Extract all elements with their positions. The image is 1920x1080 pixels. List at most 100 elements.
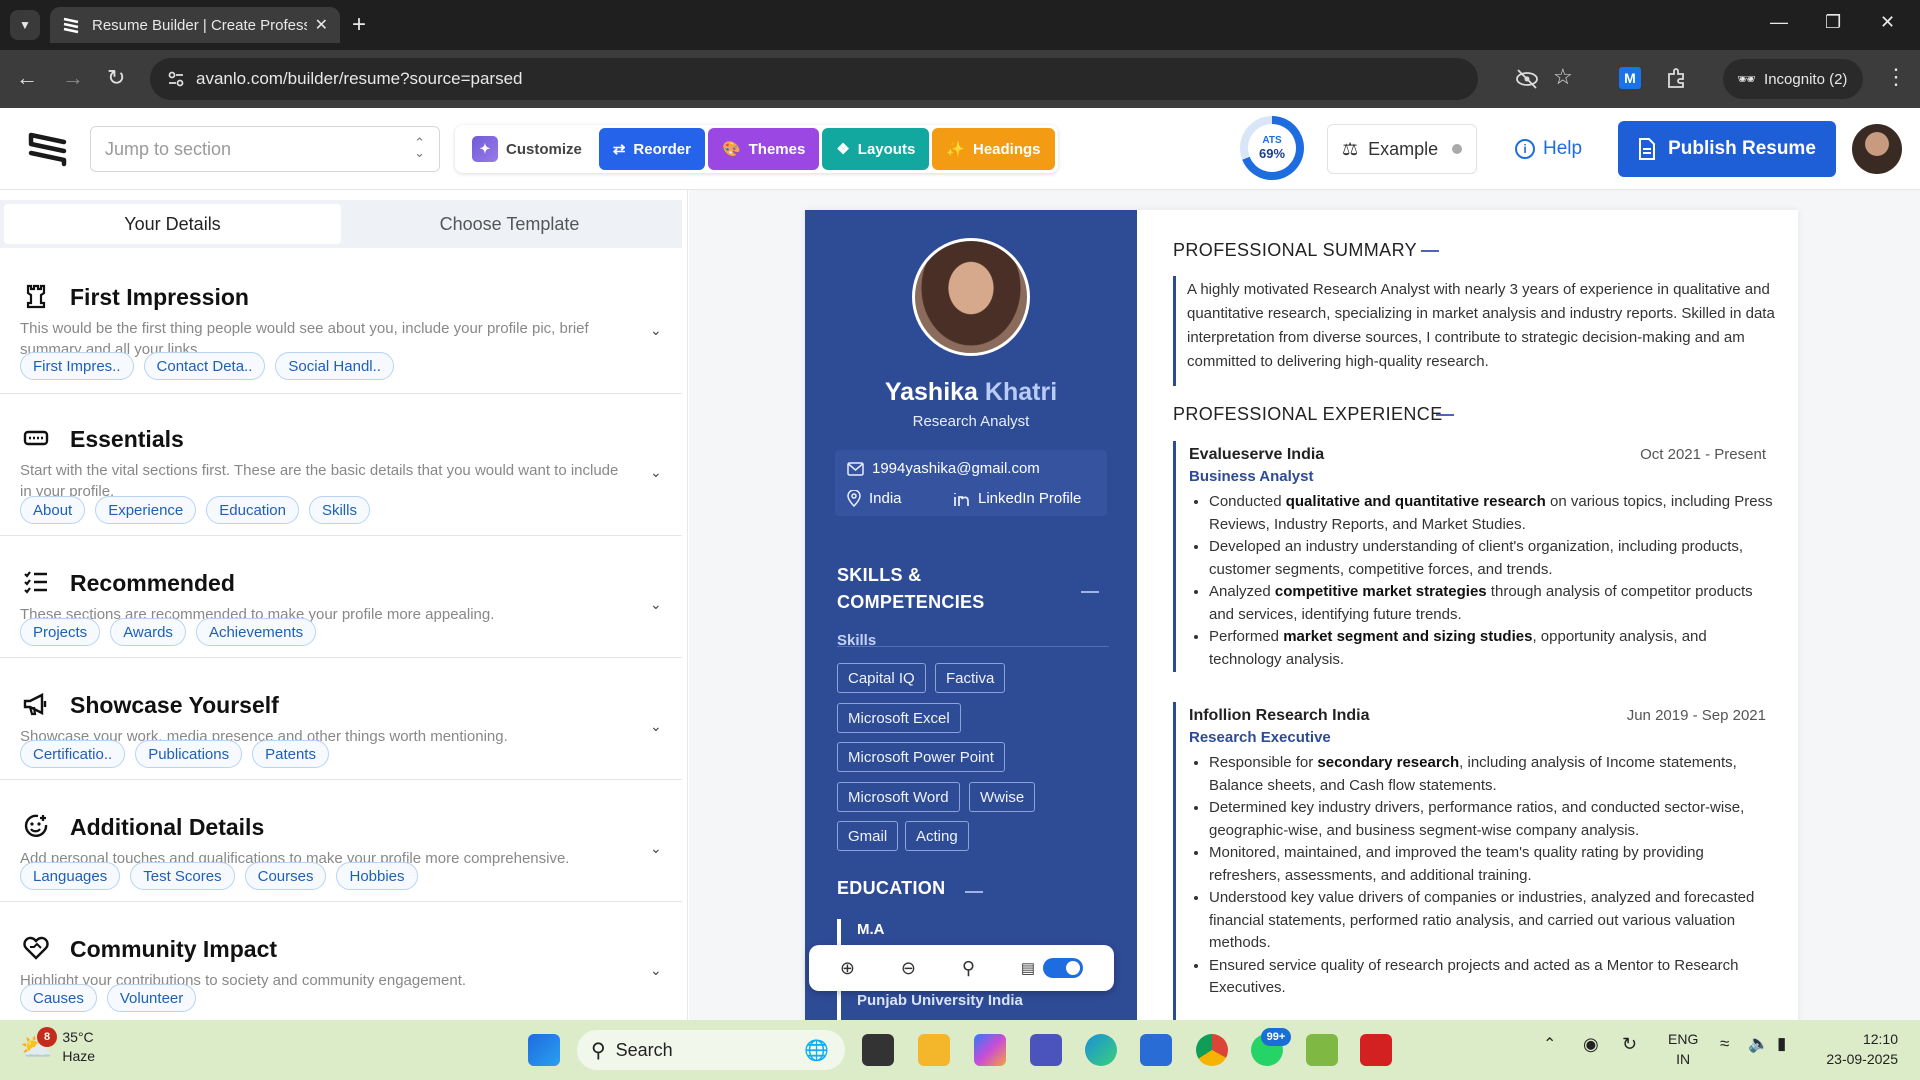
extension-m-icon[interactable]: M (1619, 67, 1641, 89)
excel-like-app-icon[interactable] (1306, 1034, 1338, 1066)
jump-to-section-select[interactable]: Jump to section ⌃ ⌄ (90, 126, 440, 172)
chip-about[interactable]: About (20, 496, 86, 524)
zoom-out-icon[interactable]: ⊖ (901, 958, 916, 979)
site-settings-icon[interactable] (166, 69, 186, 89)
copilot-icon[interactable] (974, 1034, 1006, 1066)
user-avatar[interactable] (1852, 124, 1902, 174)
heading-accent-line (1421, 250, 1439, 252)
tab-search-dropdown[interactable]: ▼ (10, 10, 40, 40)
section-showcase-yourself[interactable]: Showcase Yourself Showcase your work, me… (0, 688, 682, 780)
keyboard-icon (23, 430, 49, 446)
forward-icon[interactable]: → (62, 65, 84, 91)
expand-chevron-icon[interactable]: ⌄ (650, 596, 662, 613)
minimize-icon[interactable]: — (1770, 12, 1788, 33)
expand-chevron-icon[interactable]: ⌄ (650, 718, 662, 735)
window-close-icon[interactable]: ✕ (1880, 12, 1895, 33)
bookmark-star-icon[interactable]: ☆ (1553, 64, 1573, 90)
tab-your-details[interactable]: Your Details (4, 204, 341, 244)
section-chips: First Impres.. Contact Deta.. Social Han… (20, 352, 394, 380)
new-tab-icon[interactable]: + (352, 11, 366, 39)
chip-test-scores[interactable]: Test Scores (130, 862, 235, 890)
expand-chevron-icon[interactable]: ⌄ (650, 840, 662, 857)
taskbar-search[interactable]: ⚲ Search 🌐 (577, 1030, 845, 1070)
tray-overflow-icon[interactable]: ⌃ (1543, 1034, 1556, 1054)
chip-projects[interactable]: Projects (20, 618, 101, 646)
teams-icon[interactable] (1030, 1034, 1062, 1066)
zoom-reset-icon[interactable]: ⚲ (962, 958, 975, 979)
expand-chevron-icon[interactable]: ⌄ (650, 962, 662, 979)
skills-heading: SKILLS & COMPETENCIES (837, 562, 985, 616)
acrobat-icon[interactable] (1360, 1034, 1392, 1066)
chip-skills[interactable]: Skills (308, 496, 370, 524)
tray-sync-icon[interactable]: ↻ (1622, 1034, 1637, 1055)
contact-linkedin[interactable]: LinkedIn Profile (953, 490, 1081, 507)
task-view-icon[interactable] (862, 1034, 894, 1066)
battery-icon[interactable]: ▮ (1777, 1034, 1786, 1054)
weather-widget[interactable]: ⛅ 35°C Haze (20, 1028, 95, 1066)
publish-resume-button[interactable]: Publish Resume (1618, 121, 1836, 177)
chip-contact-details[interactable]: Contact Deta.. (143, 352, 266, 380)
chip-education[interactable]: Education (206, 496, 299, 524)
themes-button[interactable]: 🎨 Themes (707, 128, 820, 170)
restore-icon[interactable]: ❐ (1825, 12, 1841, 33)
chip-achievements[interactable]: Achievements (195, 618, 317, 646)
chip-social-handles[interactable]: Social Handl.. (275, 352, 394, 380)
store-icon[interactable] (1140, 1034, 1172, 1066)
volume-icon[interactable]: 🔈 (1748, 1034, 1769, 1054)
tab-close-icon[interactable]: ✕ (315, 15, 328, 35)
avanlo-logo-icon[interactable] (28, 130, 68, 168)
back-icon[interactable]: ← (16, 65, 38, 91)
incognito-indicator[interactable]: 🕶 Incognito (2) (1723, 59, 1863, 99)
edge-icon[interactable] (1085, 1034, 1117, 1066)
chrome-icon[interactable] (1196, 1034, 1228, 1066)
browser-tab-active[interactable]: Resume Builder | Create Profess ✕ (50, 7, 340, 43)
chip-first-impression[interactable]: First Impres.. (20, 352, 134, 380)
help-link[interactable]: i Help (1515, 138, 1582, 160)
profile-photo (912, 238, 1030, 356)
page-break-toggle[interactable] (1043, 958, 1084, 978)
chess-rook-icon (26, 284, 46, 309)
chip-certifications[interactable]: Certificatio.. (20, 740, 126, 768)
section-recommended[interactable]: Recommended These sections are recommend… (0, 566, 682, 658)
chip-causes[interactable]: Causes (20, 984, 97, 1012)
tab-choose-template[interactable]: Choose Template (341, 204, 678, 244)
chip-experience[interactable]: Experience (95, 496, 197, 524)
browser-menu-icon[interactable]: ⋮ (1885, 64, 1907, 90)
zoom-in-icon[interactable]: ⊕ (840, 958, 855, 979)
mail-icon (847, 461, 864, 476)
file-explorer-icon[interactable] (918, 1034, 950, 1066)
search-icon: ⚲ (591, 1039, 606, 1062)
job-bullet: Analyzed competitive market strategies t… (1209, 581, 1779, 626)
reload-icon[interactable]: ↻ (107, 65, 125, 91)
ats-score-gauge[interactable]: ATS 69% (1240, 116, 1304, 180)
chip-hobbies[interactable]: Hobbies (336, 862, 418, 890)
tray-security-icon[interactable]: ◉ (1583, 1034, 1599, 1055)
wifi-icon[interactable]: ≈ (1720, 1034, 1729, 1054)
section-additional-details[interactable]: Additional Details Add personal touches … (0, 810, 682, 902)
system-clock[interactable]: 12:10 23-09-2025 (1818, 1029, 1898, 1069)
extensions-puzzle-icon[interactable] (1665, 66, 1689, 90)
headings-button[interactable]: ✨ Headings (932, 128, 1055, 170)
address-bar[interactable]: avanlo.com/builder/resume?source=parsed … (150, 58, 1573, 100)
eye-off-icon[interactable] (1515, 68, 1539, 90)
section-title: Community Impact (70, 936, 278, 962)
expand-chevron-icon[interactable]: ⌄ (650, 464, 662, 481)
section-community-impact[interactable]: Community Impact Highlight your contribu… (0, 932, 682, 1020)
layouts-icon: ❖ (836, 141, 850, 158)
chip-courses[interactable]: Courses (244, 862, 327, 890)
reorder-button[interactable]: ⇄ Reorder (598, 128, 705, 170)
chip-patents[interactable]: Patents (252, 740, 329, 768)
section-first-impression[interactable]: First Impression This would be the first… (0, 280, 682, 394)
chip-volunteer[interactable]: Volunteer (106, 984, 197, 1012)
language-indicator[interactable]: ENG IN (1668, 1029, 1698, 1069)
resume-page: Yashika Khatri Research Analyst 1994yash… (805, 210, 1798, 1020)
chip-awards[interactable]: Awards (110, 618, 186, 646)
example-button[interactable]: ⚖ Example (1327, 124, 1477, 174)
chip-publications[interactable]: Publications (135, 740, 243, 768)
customize-button[interactable]: ✦ Customize (458, 128, 596, 170)
chip-languages[interactable]: Languages (20, 862, 121, 890)
layouts-button[interactable]: ❖ Layouts (822, 128, 930, 170)
start-windows-icon[interactable] (528, 1034, 560, 1066)
section-essentials[interactable]: Essentials Start with the vital sections… (0, 422, 682, 536)
expand-chevron-icon[interactable]: ⌄ (650, 322, 662, 339)
